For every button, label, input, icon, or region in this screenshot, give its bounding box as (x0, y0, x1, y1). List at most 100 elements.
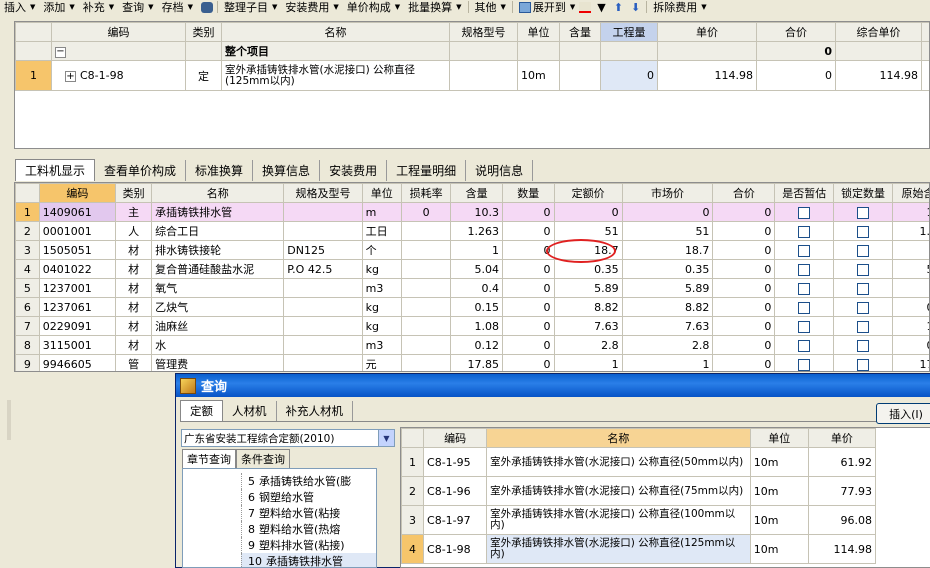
content-cell[interactable]: 5.04 (451, 260, 503, 279)
provisional-checkbox[interactable] (798, 207, 810, 219)
lock-quantity-checkbox[interactable] (857, 340, 869, 352)
tab-5[interactable]: 工程量明细 (387, 160, 466, 181)
lock-quantity-checkbox[interactable] (857, 226, 869, 238)
market-cell[interactable]: 5.89 (622, 279, 713, 298)
type-cell[interactable]: 材 (116, 279, 152, 298)
loss-cell[interactable] (401, 260, 451, 279)
total-cell[interactable]: 0 (713, 260, 775, 279)
original-content-cell[interactable]: 17.85 (892, 355, 930, 373)
quota-cell[interactable]: 8.82 (554, 298, 622, 317)
binoculars-icon[interactable] (201, 2, 213, 13)
column-header[interactable]: 数量 (502, 184, 554, 203)
content-cell[interactable]: 10.3 (451, 203, 503, 222)
price-cell[interactable]: 61.92 (808, 448, 875, 477)
table-row[interactable]: 11409061主承插铸铁排水管m010.3000010.3 (16, 203, 930, 222)
qty-cell[interactable]: 0 (502, 336, 554, 355)
type-cell[interactable]: 主 (116, 203, 152, 222)
spec-cell[interactable]: P.O 42.5 (284, 260, 362, 279)
result-row[interactable]: 1C8-1-95室外承插铸铁排水管(水泥接口) 公称直径(50mm以内)10m6… (402, 448, 876, 477)
loss-cell[interactable] (401, 279, 451, 298)
name-cell[interactable]: 室外承插铸铁排水管(水泥接口) 公称直径(75mm以内) (487, 477, 751, 506)
quota-cell[interactable]: 2.8 (554, 336, 622, 355)
market-cell[interactable]: 18.7 (622, 241, 713, 260)
table-row[interactable]: 31505051材排水铸铁接轮DN125个1018.718.701 (16, 241, 930, 260)
total-cell[interactable]: 0 (713, 241, 775, 260)
loss-cell[interactable] (401, 317, 451, 336)
type-cell[interactable]: 人 (116, 222, 152, 241)
chevron-down-icon[interactable]: ▼ (378, 430, 394, 446)
spec-cell[interactable] (284, 298, 362, 317)
unit-cell[interactable]: kg (362, 260, 401, 279)
unit-cell[interactable]: 个 (362, 241, 401, 260)
name-cell[interactable]: 氧气 (152, 279, 284, 298)
move-up-icon[interactable]: ⬆ (614, 1, 623, 14)
total-cell[interactable]: 0 (713, 222, 775, 241)
content-cell[interactable]: 1.263 (451, 222, 503, 241)
group-row[interactable]: −整个项目0 (16, 42, 930, 61)
column-header[interactable]: 含量 (451, 184, 503, 203)
provisional-checkbox[interactable] (798, 283, 810, 295)
unit-cell[interactable]: 10m (750, 535, 808, 564)
code-cell[interactable]: 1237001 (39, 279, 115, 298)
content-cell[interactable]: 0.4 (451, 279, 503, 298)
comprehensive-price-cell[interactable]: 114.98 (836, 61, 922, 91)
price-cell[interactable]: 114.98 (658, 61, 757, 91)
code-cell[interactable]: 0229091 (39, 317, 115, 336)
column-header[interactable]: 名称 (222, 23, 450, 42)
dialog-tab-0[interactable]: 定额 (180, 400, 223, 421)
column-header[interactable]: 单价 (658, 23, 757, 42)
tree-item[interactable]: 10承插铸铁排水管 (241, 553, 376, 568)
tree-item[interactable]: 6钢塑给水管 (241, 489, 376, 505)
provisional-checkbox[interactable] (798, 321, 810, 333)
qty-cell[interactable]: 0 (502, 317, 554, 336)
table-row[interactable]: 40401022材复合普通硅酸盐水泥P.O 42.5kg5.0400.350.3… (16, 260, 930, 279)
toolbar-item-0[interactable]: 插入▼ (0, 0, 39, 14)
market-cell[interactable]: 8.82 (622, 298, 713, 317)
name-cell[interactable]: 室外承插铸铁排水管(水泥接口) 公称直径(125mm以内) (222, 61, 450, 91)
unit-cell[interactable]: m3 (362, 279, 401, 298)
market-cell[interactable]: 2.8 (622, 336, 713, 355)
unit-cell[interactable]: 10m (750, 448, 808, 477)
column-header[interactable]: 含量 (560, 23, 601, 42)
code-cell[interactable]: +C8-1-98 (52, 61, 186, 91)
spec-cell[interactable]: DN125 (284, 241, 362, 260)
provisional-checkbox[interactable] (798, 245, 810, 257)
dropdown-arrow-icon[interactable]: ▼ (593, 0, 609, 14)
column-header[interactable]: 规格型号 (450, 23, 518, 42)
market-cell[interactable]: 7.63 (622, 317, 713, 336)
qty-cell[interactable]: 0 (502, 279, 554, 298)
lock-quantity-checkbox[interactable] (857, 283, 869, 295)
table-row[interactable]: 51237001材氧气m30.405.895.8900.4 (16, 279, 930, 298)
toolbar-item-3[interactable]: 查询▼ (118, 0, 157, 14)
code-cell[interactable]: C8-1-98 (424, 535, 487, 564)
quota-cell[interactable]: 7.63 (554, 317, 622, 336)
spec-cell[interactable] (284, 317, 362, 336)
result-row[interactable]: 2C8-1-96室外承插铸铁排水管(水泥接口) 公称直径(75mm以内)10m7… (402, 477, 876, 506)
quota-cell[interactable]: 1 (554, 355, 622, 373)
qty-cell[interactable]: 0 (502, 298, 554, 317)
toolbar-item-5[interactable]: 整理子目▼ (220, 0, 281, 14)
column-header[interactable]: 单位 (362, 184, 401, 203)
name-cell[interactable]: 管理费 (152, 355, 284, 373)
toolbar-item-7[interactable]: 单价构成▼ (343, 0, 404, 14)
code-cell[interactable]: C8-1-95 (424, 448, 487, 477)
spec-cell[interactable] (284, 203, 362, 222)
loss-cell[interactable] (401, 336, 451, 355)
loss-cell[interactable]: 0 (401, 203, 451, 222)
total-cell[interactable]: 0 (713, 317, 775, 336)
type-cell[interactable]: 材 (116, 260, 152, 279)
price-cell[interactable]: 114.98 (808, 535, 875, 564)
original-content-cell[interactable]: 0.12 (892, 336, 930, 355)
unit-cell[interactable]: 10m (750, 477, 808, 506)
price-cell[interactable]: 96.08 (808, 506, 875, 535)
quantity-cell[interactable]: 0 (601, 61, 658, 91)
toolbar-item-11[interactable]: 拆除费用▼ (649, 0, 710, 14)
table-row[interactable]: 99946605管管理费元17.85011017.85 (16, 355, 930, 373)
original-content-cell[interactable]: 1.263 (892, 222, 930, 241)
spec-cell[interactable] (284, 336, 362, 355)
name-cell[interactable]: 乙炔气 (152, 298, 284, 317)
code-cell[interactable]: 0401022 (39, 260, 115, 279)
dialog-tab-1[interactable]: 人材机 (223, 401, 277, 421)
column-header[interactable]: 类别 (116, 184, 152, 203)
unit-cell[interactable]: 工日 (362, 222, 401, 241)
